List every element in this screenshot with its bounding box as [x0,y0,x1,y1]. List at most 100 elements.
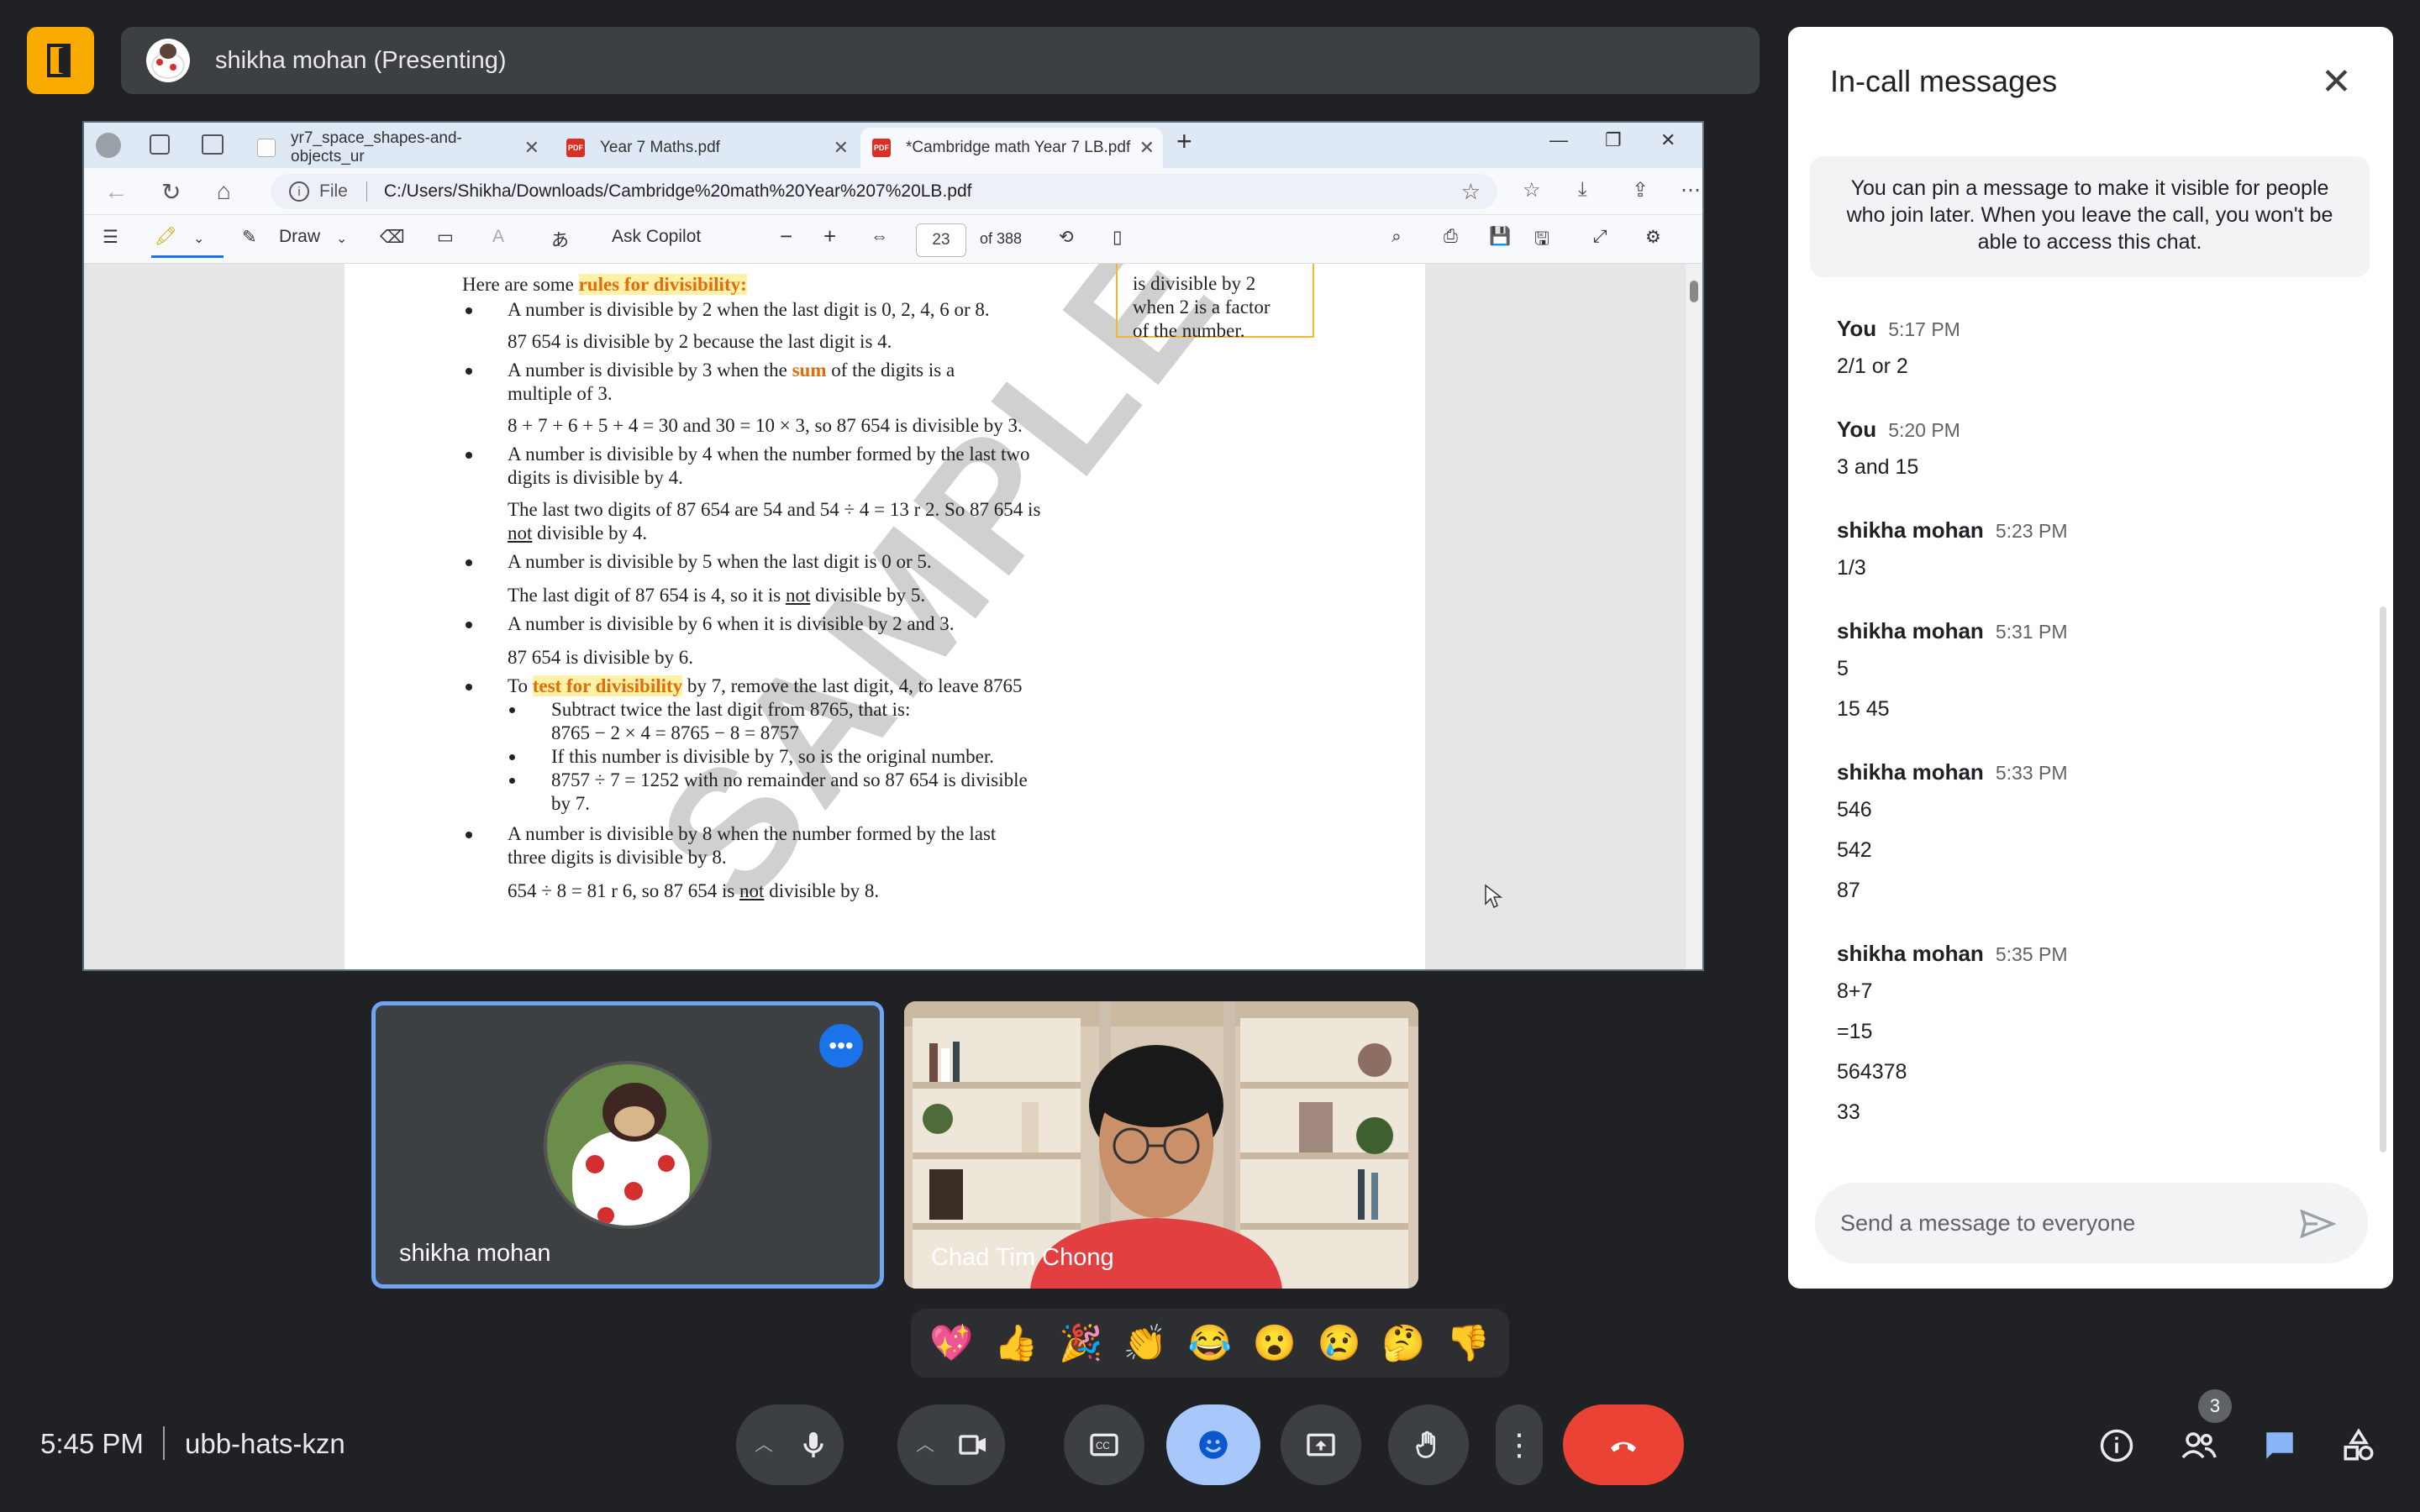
captions-button[interactable]: CC [1064,1404,1144,1485]
fullscreen-icon[interactable]: ⤢ [1593,227,1607,247]
reaction-clapping[interactable]: 👏 [1123,1323,1167,1364]
ask-copilot-button[interactable]: Ask Copilot [612,227,701,247]
zoom-in-icon[interactable]: + [823,223,836,249]
refresh-icon[interactable]: ↻ [161,178,181,206]
read-aloud-icon[interactable]: A [492,227,504,247]
address-bar-row: ← ↻ ⌂ i File C:/Users/Shikha/Downloads/C… [84,168,1702,215]
reaction-joy[interactable]: 😂 [1188,1323,1232,1364]
settings-gear-icon[interactable]: ⚙ [1645,227,1661,248]
save-as-icon[interactable]: 🖫 [1534,227,1549,256]
highlight-dropdown-icon[interactable]: ⌄ [193,230,204,247]
activities-icon [2344,1428,2374,1461]
reaction-sparkling-heart[interactable]: 💖 [929,1323,973,1364]
restore-icon[interactable]: ❐ [1605,129,1622,151]
pdf-rule-5: A number is divisible by 5 when the last… [508,551,932,572]
downloads-icon[interactable]: ⤓ [1578,178,1587,202]
save-icon[interactable]: 💾 [1489,227,1511,247]
leave-presentation-button[interactable] [27,27,94,94]
pdf-rule-8-example: 654 ÷ 8 = 81 r 6, so 87 654 is not divis… [508,880,880,901]
close-tab-icon[interactable]: ✕ [524,137,539,159]
fit-page-icon[interactable]: ⇔ [871,227,888,247]
pdf-viewer: SAMPLE is divisible by 2 when 2 is a fac… [84,264,1702,969]
message-header: shikha mohan 5:33 PM [1837,759,2068,785]
chat-scrollbar[interactable] [2380,606,2386,1152]
search-icon[interactable]: ⌕ [1392,227,1402,247]
erase-icon[interactable]: ⌫ [380,227,405,248]
microphone-icon[interactable] [797,1428,830,1462]
chat-message-input[interactable]: Send a message to everyone [1815,1183,2368,1263]
meeting-time: 5:45 PM [40,1428,144,1459]
url-field[interactable]: i File C:/Users/Shikha/Downloads/Cambrid… [271,174,1497,209]
reaction-crying[interactable]: 😢 [1318,1323,1361,1364]
audio-options-chevron-icon[interactable]: ︿ [755,1430,773,1457]
participant-tile-chad[interactable]: Chad Tim Chong [904,1001,1418,1289]
text-box-icon[interactable]: ▭ [437,227,454,248]
draw-button[interactable]: Draw [279,227,320,247]
more-options-button[interactable]: ••• [819,1024,863,1068]
message-header: shikha mohan 5:35 PM [1837,941,2068,966]
tab-year7-maths[interactable]: PDF Year 7 Maths.pdf ✕ [555,128,857,168]
participant-avatar [544,1061,712,1229]
reaction-party-popper[interactable]: 🎉 [1059,1323,1102,1364]
close-tab-icon[interactable]: ✕ [834,137,849,159]
reaction-surprised[interactable]: 😮 [1253,1323,1297,1364]
message-text: 2/1 or 2 [1837,354,1908,378]
pdf-rule-2-example: 87 654 is divisible by 2 because the las… [508,331,892,352]
reaction-thumbs-up[interactable]: 👍 [994,1323,1038,1364]
pdf-rule-3: A number is divisible by 3 when the sum … [508,360,955,381]
pdf-scrollbar[interactable] [1686,264,1702,969]
pdf-rule-6: A number is divisible by 6 when it is di… [508,613,955,634]
people-button[interactable] [2176,1423,2222,1468]
pdf-rule-2: A number is divisible by 2 when the last… [508,299,990,320]
present-button[interactable] [1281,1404,1361,1485]
tab-cambridge-math[interactable]: PDF *Cambridge math Year 7 LB.pdf ✕ [860,128,1163,168]
captions-icon: CC [1090,1433,1118,1457]
participant-tile-shikha[interactable]: ••• shikha mohan [371,1001,884,1289]
camera-icon[interactable] [956,1428,990,1462]
presenter-avatar [146,39,190,82]
page-view-icon[interactable]: ▯ [1113,227,1123,248]
share-icon[interactable]: ⇪ [1632,178,1649,202]
info-icon[interactable]: i [289,181,309,202]
url-text: C:/Users/Shikha/Downloads/Cambridge%20ma… [383,181,972,201]
chat-button[interactable] [2257,1423,2302,1468]
profile-icon[interactable] [96,133,121,158]
collections-icon[interactable] [150,134,170,155]
back-icon[interactable]: ← [104,178,128,205]
chat-panel: In-call messages ✕ You can pin a message… [1788,27,2393,1289]
favorites-icon[interactable]: ☆ [1523,178,1541,202]
tab-actions-icon[interactable] [202,134,224,155]
tab-space-shapes[interactable]: yr7_space_shapes-and-objects_ur ✕ [245,128,548,168]
print-icon[interactable]: ⎙ [1444,227,1458,247]
reaction-thinking[interactable]: 🤔 [1381,1323,1425,1364]
translate-icon[interactable]: あ [551,227,569,252]
meeting-details-button[interactable] [2094,1423,2139,1468]
minimize-icon[interactable]: — [1549,129,1568,151]
highlight-icon[interactable]: 🖍 [155,227,177,247]
activities-button[interactable] [2336,1423,2381,1468]
leave-call-button[interactable] [1563,1404,1684,1485]
contents-icon[interactable]: ☰ [103,227,118,248]
draw-dropdown-icon[interactable]: ⌄ [336,230,347,247]
message-header: You 5:20 PM [1837,417,1960,442]
send-icon[interactable] [2299,1208,2336,1240]
favorite-star-icon[interactable]: ☆ [1461,179,1481,205]
draw-icon[interactable]: ✎ [242,227,257,248]
reactions-button[interactable] [1166,1404,1260,1485]
chat-title: In-call messages [1830,64,2058,98]
reaction-thumbs-down[interactable]: 👎 [1446,1323,1490,1364]
video-options-chevron-icon[interactable]: ︿ [916,1430,934,1457]
pdf-rule-8: A number is divisible by 8 when the numb… [508,823,997,844]
close-icon[interactable]: ✕ [2321,64,2352,101]
pdf-rule-3-example: 8 + 7 + 6 + 5 + 4 = 30 and 30 = 10 × 3, … [508,415,1023,436]
raise-hand-button[interactable] [1388,1404,1469,1485]
more-options-button[interactable]: ⋮ [1496,1404,1543,1485]
home-icon[interactable]: ⌂ [217,178,231,205]
page-number-input[interactable]: 23 [916,223,966,257]
rotate-icon[interactable]: ⟲ [1059,227,1074,248]
settings-more-icon[interactable]: ⋯ [1681,178,1701,202]
close-window-icon[interactable]: ✕ [1660,129,1676,151]
close-tab-icon[interactable]: ✕ [1139,137,1155,159]
zoom-out-icon[interactable]: − [780,223,792,249]
new-tab-icon[interactable]: + [1176,126,1192,157]
